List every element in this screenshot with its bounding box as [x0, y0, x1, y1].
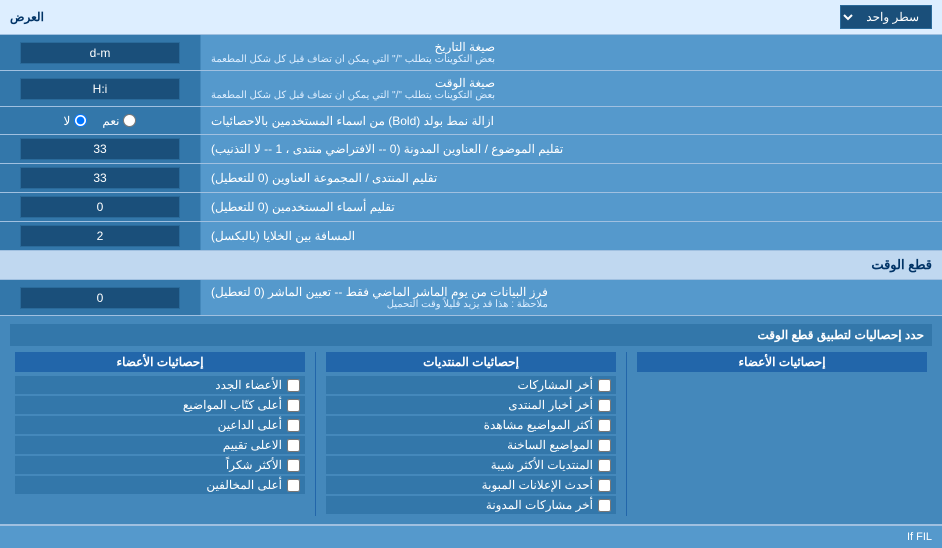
- checkbox-col-mid: إحصائيات المنتديات أخر المشاركات أخر أخب…: [321, 352, 621, 516]
- subject-order-row: تقليم الموضوع / العناوين المدونة (0 -- ا…: [0, 135, 942, 164]
- bold-remove-label: ازالة نمط بولد (Bold) من اسماء المستخدمي…: [200, 107, 942, 134]
- date-format-label: صيغة التاريخ بعض التكوينات يتطلب "/" الت…: [200, 35, 942, 70]
- checkbox-left-2[interactable]: [287, 419, 300, 432]
- checkbox-columns: إحصائيات الأعضاء إحصائيات المنتديات أخر …: [10, 352, 932, 516]
- usernames-trim-row: تقليم أسماء المستخدمين (0 للتعطيل): [0, 193, 942, 222]
- time-format-row: صيغة الوقت بعض التكوينات يتطلب "/" التي …: [0, 71, 942, 107]
- col-divider-1: [626, 352, 627, 516]
- usernames-trim-input[interactable]: [20, 196, 180, 218]
- footer-text: If FIL: [907, 531, 932, 543]
- bold-remove-row: ازالة نمط بولد (Bold) من اسماء المستخدمي…: [0, 107, 942, 135]
- realtime-row: فرز البيانات من يوم الماشر الماضي فقط --…: [0, 280, 942, 316]
- usernames-trim-label: تقليم أسماء المستخدمين (0 للتعطيل): [200, 193, 942, 221]
- subject-order-input-container: [0, 135, 200, 163]
- first-row: سطر واحدسطرانثلاثة أسطر العرض: [0, 0, 942, 35]
- realtime-label: فرز البيانات من يوم الماشر الماضي فقط --…: [200, 280, 942, 315]
- list-item: أخر أخبار المنتدى: [326, 396, 616, 414]
- col-mid-header: إحصائيات المنتديات: [326, 352, 616, 372]
- checkbox-left-5[interactable]: [287, 479, 300, 492]
- usernames-trim-input-container: [0, 193, 200, 221]
- radio-no[interactable]: [74, 114, 87, 127]
- list-item: المنتديات الأكثر شيبة: [326, 456, 616, 474]
- date-format-row: صيغة التاريخ بعض التكوينات يتطلب "/" الت…: [0, 35, 942, 71]
- list-item: أكثر المواضيع مشاهدة: [326, 416, 616, 434]
- checkbox-section: حدد إحصاليات لتطبيق قطع الوقت إحصائيات ا…: [0, 316, 942, 525]
- list-item: أحدث الإعلانات المبوبة: [326, 476, 616, 494]
- col-left-header: إحصائيات الأعضاء: [15, 352, 305, 372]
- list-item: أعلى الداعين: [15, 416, 305, 434]
- checkbox-col-right: إحصائيات الأعضاء: [632, 352, 932, 516]
- list-item: الأعضاء الجدد: [15, 376, 305, 394]
- subject-order-input[interactable]: [20, 138, 180, 160]
- list-item: المواضيع الساخنة: [326, 436, 616, 454]
- view-select[interactable]: سطر واحدسطرانثلاثة أسطر: [840, 5, 932, 29]
- cell-spacing-input-container: [0, 222, 200, 250]
- checkbox-mid-2[interactable]: [598, 419, 611, 432]
- forum-order-label: تقليم المنتدى / المجموعة العناوين (0 للت…: [200, 164, 942, 192]
- subject-order-label: تقليم الموضوع / العناوين المدونة (0 -- ا…: [200, 135, 942, 163]
- realtime-input-container: [0, 280, 200, 315]
- checkbox-left-3[interactable]: [287, 439, 300, 452]
- list-item: أخر المشاركات: [326, 376, 616, 394]
- list-item: أعلى كتّاب المواضيع: [15, 396, 305, 414]
- realtime-input[interactable]: [20, 287, 180, 309]
- radio-yes[interactable]: [123, 114, 136, 127]
- time-format-input[interactable]: [20, 78, 180, 100]
- checkbox-left-0[interactable]: [287, 379, 300, 392]
- checkbox-left-4[interactable]: [287, 459, 300, 472]
- checkbox-mid-1[interactable]: [598, 399, 611, 412]
- checkbox-section-title: حدد إحصاليات لتطبيق قطع الوقت: [10, 324, 932, 346]
- col-divider-2: [315, 352, 316, 516]
- list-item: أعلى المخالفين: [15, 476, 305, 494]
- checkbox-col-left: إحصائيات الأعضاء الأعضاء الجدد أعلى كتّا…: [10, 352, 310, 516]
- list-item: الأكثر شكراً: [15, 456, 305, 474]
- checkbox-mid-4[interactable]: [598, 459, 611, 472]
- checkbox-mid-3[interactable]: [598, 439, 611, 452]
- list-item: الاعلى تقييم: [15, 436, 305, 454]
- radio-no-label[interactable]: لا: [64, 114, 88, 128]
- bold-remove-input-container: نعم لا: [0, 107, 200, 134]
- realtime-section-header: قطع الوقت: [0, 251, 942, 280]
- col-right-header: إحصائيات الأعضاء: [637, 352, 927, 372]
- forum-order-input-container: [0, 164, 200, 192]
- time-format-label: صيغة الوقت بعض التكوينات يتطلب "/" التي …: [200, 71, 942, 106]
- forum-order-input[interactable]: [20, 167, 180, 189]
- date-format-input-container: [0, 35, 200, 70]
- date-format-input[interactable]: [20, 42, 180, 64]
- checkbox-mid-6[interactable]: [598, 499, 611, 512]
- time-format-input-container: [0, 71, 200, 106]
- bold-radio-group: نعم لا: [64, 114, 137, 128]
- footer: If FIL: [0, 525, 942, 548]
- list-item: أخر مشاركات المدونة: [326, 496, 616, 514]
- first-row-label: العرض: [10, 10, 44, 24]
- checkbox-mid-5[interactable]: [598, 479, 611, 492]
- checkbox-left-1[interactable]: [287, 399, 300, 412]
- checkbox-mid-0[interactable]: [598, 379, 611, 392]
- forum-order-row: تقليم المنتدى / المجموعة العناوين (0 للت…: [0, 164, 942, 193]
- cell-spacing-label: المسافة بين الخلايا (بالبكسل): [200, 222, 942, 250]
- cell-spacing-input[interactable]: [20, 225, 180, 247]
- radio-yes-label[interactable]: نعم: [102, 114, 136, 128]
- cell-spacing-row: المسافة بين الخلايا (بالبكسل): [0, 222, 942, 251]
